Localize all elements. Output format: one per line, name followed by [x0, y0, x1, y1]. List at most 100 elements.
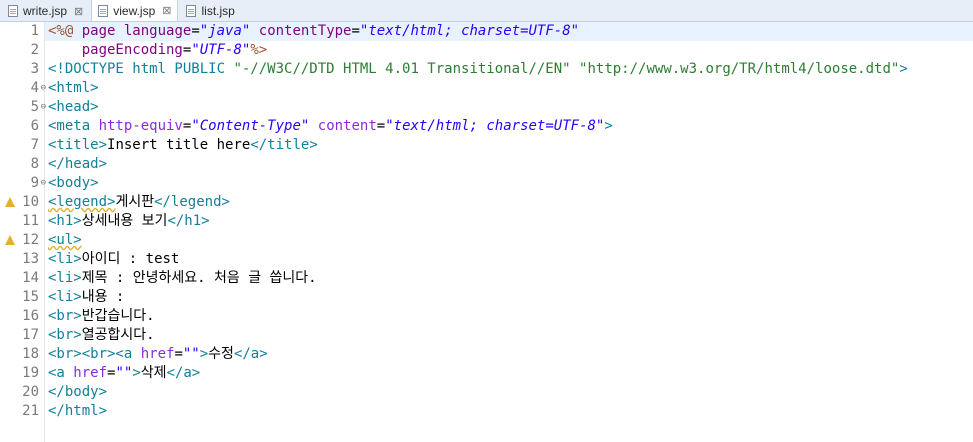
- code-line[interactable]: <br>열공합시다.: [45, 326, 973, 345]
- code-token: </a>: [233, 346, 268, 362]
- code-token: <br><br><a: [48, 346, 141, 362]
- code-token: <br>: [48, 327, 82, 343]
- code-token: <html>: [48, 80, 99, 96]
- code-token: </title>: [250, 137, 318, 153]
- line-number-text: 3: [30, 61, 39, 77]
- code-token: 아이디 : test: [81, 251, 180, 267]
- close-tab-icon[interactable]: ⊠: [74, 5, 83, 18]
- line-number-text: 5: [30, 99, 39, 115]
- code-token: <head>: [48, 99, 99, 115]
- line-number-text: 13: [22, 251, 39, 267]
- code-line[interactable]: <ul>: [45, 231, 973, 250]
- line-number-text: 9: [30, 175, 39, 191]
- code-token: "": [115, 365, 133, 381]
- editor-tab-bar: write.jsp ⊠ view.jsp ⊠ list.jsp: [0, 0, 973, 22]
- code-token: http-equiv: [98, 118, 183, 134]
- code-line[interactable]: <meta http-equiv="Content-Type" content=…: [45, 117, 973, 136]
- code-token: "java": [199, 23, 251, 39]
- code-line[interactable]: </body>: [45, 383, 973, 402]
- code-token: contentType: [258, 23, 352, 39]
- code-line[interactable]: <li>내용 :: [45, 288, 973, 307]
- line-number: 15: [0, 288, 44, 307]
- code-line[interactable]: <!DOCTYPE html PUBLIC "-//W3C//DTD HTML …: [45, 60, 973, 79]
- code-editor[interactable]: 1 2 3 4 ⊖ 5 ⊖ 6 7 8 9 ⊖ 10 11 12 13 14 15 16 17 18 19 20 21 <%@…: [0, 22, 973, 442]
- code-line[interactable]: <li>아이디 : test: [45, 250, 973, 269]
- code-token: language: [123, 23, 192, 39]
- code-token: <h1>: [48, 213, 82, 229]
- code-token: </h1>: [167, 213, 210, 229]
- code-token: <br>: [48, 308, 82, 324]
- tab-label: write.jsp: [23, 4, 68, 18]
- tab-view-jsp[interactable]: view.jsp ⊠: [91, 0, 179, 21]
- code-token: "text/html; charset=UTF-8": [385, 118, 605, 134]
- code-token: >: [604, 118, 613, 134]
- tab-list-jsp[interactable]: list.jsp: [179, 0, 241, 21]
- warning-icon[interactable]: [5, 197, 15, 207]
- line-number-text: 19: [22, 365, 39, 381]
- code-token: %>: [250, 42, 268, 58]
- line-number: 14: [0, 269, 44, 288]
- line-number-text: 15: [22, 289, 39, 305]
- tab-label: list.jsp: [201, 4, 235, 18]
- line-number: 20: [0, 383, 44, 402]
- line-number: 5 ⊖: [0, 98, 46, 117]
- code-area[interactable]: <%@ page language="java" contentType="te…: [45, 22, 973, 442]
- code-token: Insert title here: [107, 137, 251, 153]
- tab-write-jsp[interactable]: write.jsp ⊠: [1, 0, 90, 21]
- line-number: 10: [0, 193, 44, 212]
- code-token: 내용 :: [81, 289, 125, 305]
- code-token: 열공합시다.: [81, 327, 155, 343]
- code-line[interactable]: <body>: [45, 174, 973, 193]
- line-number: 18: [0, 345, 44, 364]
- code-token: <meta: [48, 118, 99, 134]
- code-token: <li>: [48, 289, 82, 305]
- line-number: 6: [0, 117, 44, 136]
- line-number: 11: [0, 212, 44, 231]
- line-number: 7: [0, 136, 44, 155]
- code-line[interactable]: <br><br><a href="">수정</a>: [45, 345, 973, 364]
- code-token: 제목 : 안녕하세요. 처음 글 씁니다.: [81, 270, 317, 286]
- code-token: pageEncoding: [81, 42, 183, 58]
- code-token: content: [317, 118, 377, 134]
- jsp-file-icon: [186, 5, 197, 17]
- fold-toggle-icon[interactable]: ⊖: [41, 98, 46, 117]
- code-token: page: [81, 23, 124, 39]
- line-number: 2: [0, 41, 44, 60]
- code-line[interactable]: <li>제목 : 안녕하세요. 처음 글 씁니다.: [45, 269, 973, 288]
- code-token: 수정: [208, 346, 234, 362]
- line-number-text: 6: [30, 118, 39, 134]
- code-line[interactable]: <title>Insert title here</title>: [45, 136, 973, 155]
- close-tab-icon[interactable]: ⊠: [162, 4, 171, 17]
- code-token: "UTF-8": [191, 42, 251, 58]
- line-number: 17: [0, 326, 44, 345]
- line-number: 16: [0, 307, 44, 326]
- code-token: =: [376, 118, 386, 134]
- code-line[interactable]: <a href="">삭제</a>: [45, 364, 973, 383]
- code-line[interactable]: <html>: [45, 79, 973, 98]
- code-token: >: [899, 61, 908, 77]
- code-line[interactable]: </html>: [45, 402, 973, 421]
- code-token: "": [182, 346, 200, 362]
- code-line[interactable]: <legend>게시판</legend>: [45, 193, 973, 212]
- code-line[interactable]: <br>반갑습니다.: [45, 307, 973, 326]
- code-line[interactable]: <%@ page language="java" contentType="te…: [45, 22, 973, 41]
- warning-icon[interactable]: [5, 235, 15, 245]
- line-number-text: 4: [30, 80, 39, 96]
- code-line[interactable]: <head>: [45, 98, 973, 117]
- code-token: =: [351, 23, 360, 39]
- code-token: "text/html; charset=UTF-8": [359, 23, 580, 39]
- code-line[interactable]: pageEncoding="UTF-8"%>: [45, 41, 973, 60]
- code-line[interactable]: </head>: [45, 155, 973, 174]
- fold-toggle-icon[interactable]: ⊖: [41, 79, 46, 98]
- line-number-text: 8: [30, 156, 39, 172]
- fold-toggle-icon[interactable]: ⊖: [41, 174, 46, 193]
- code-line[interactable]: <h1>상세내용 보기</h1>: [45, 212, 973, 231]
- line-number-text: 20: [22, 384, 39, 400]
- code-token: 상세내용 보기: [81, 213, 168, 229]
- code-token: >: [132, 365, 141, 381]
- code-token: <%@: [48, 23, 82, 39]
